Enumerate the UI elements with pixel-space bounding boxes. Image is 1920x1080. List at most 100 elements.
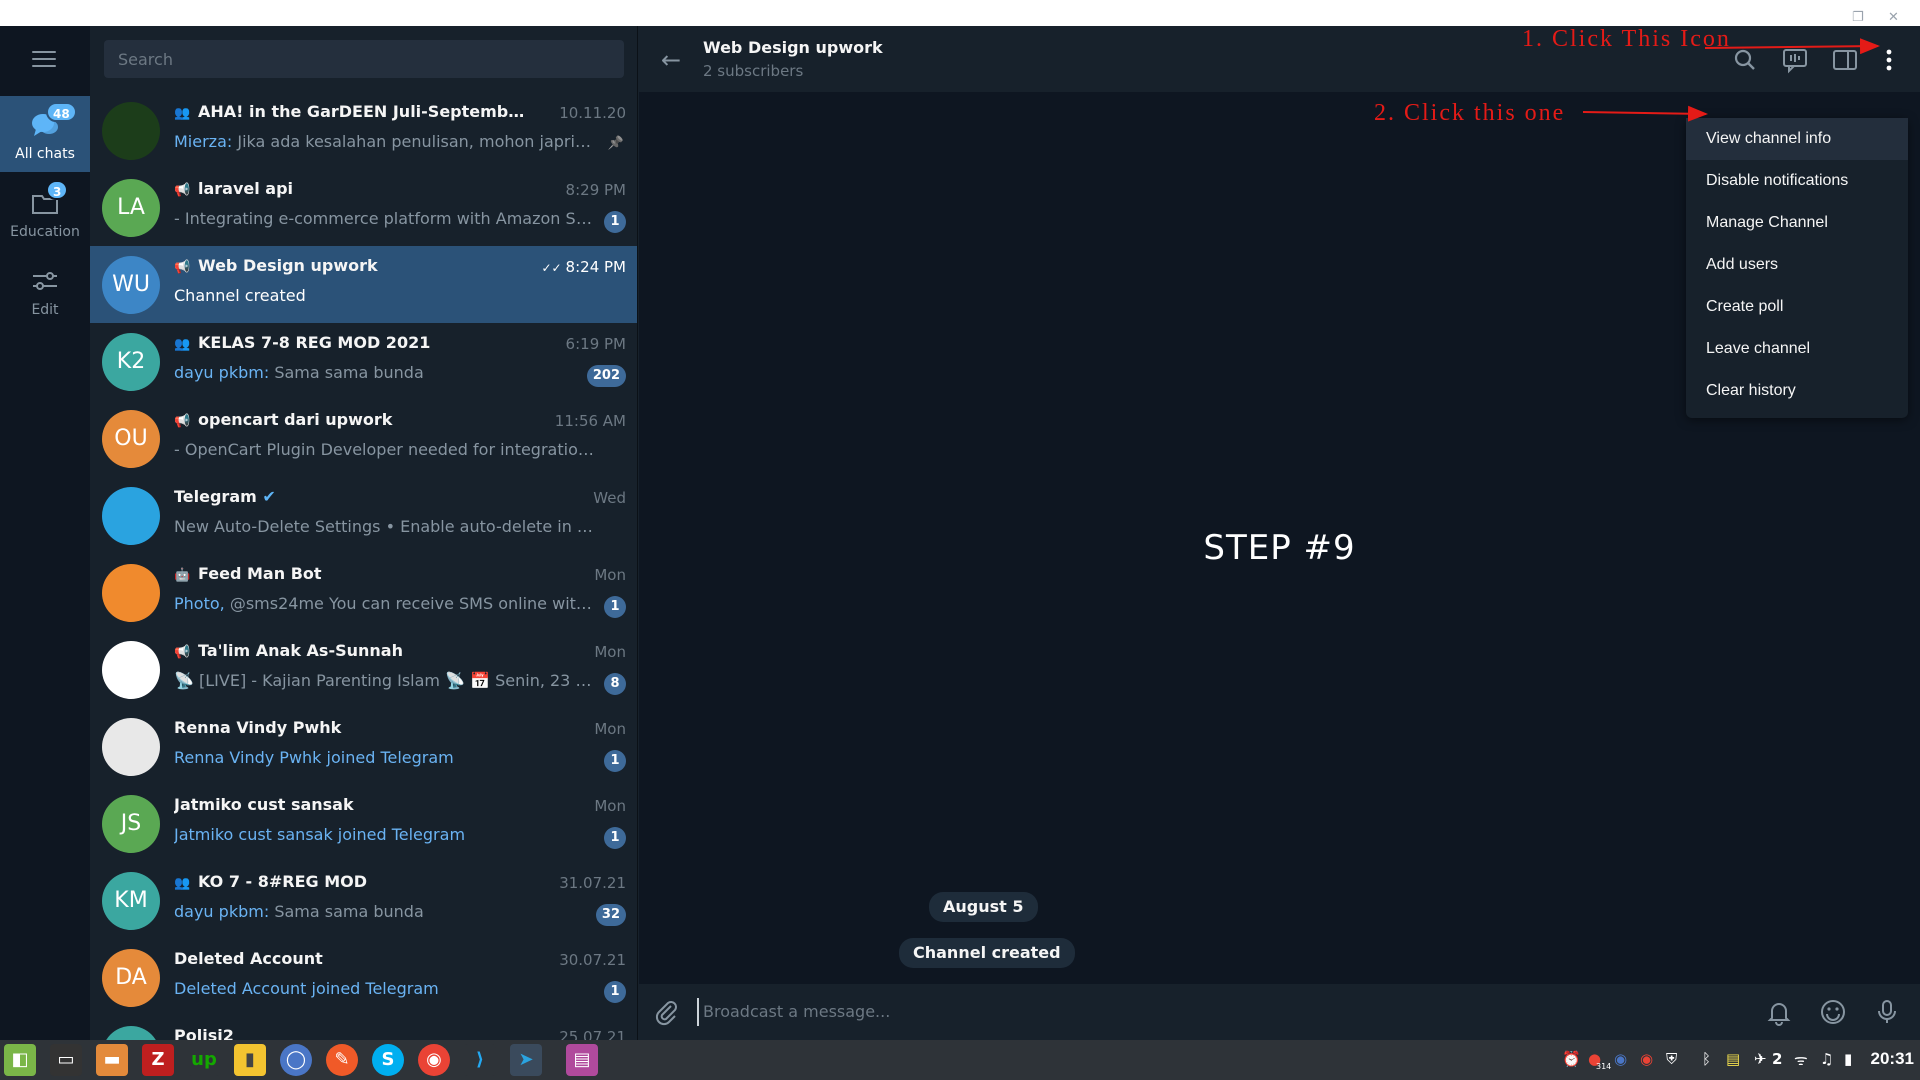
keep-icon[interactable]: ▮ [234,1044,266,1076]
alarm-icon[interactable]: ⏰ [1562,1050,1581,1068]
menu-item-add-users[interactable]: Add users [1686,244,1908,286]
chrome-icon[interactable]: ◉ [418,1044,450,1076]
microphone-icon[interactable] [1873,998,1901,1026]
chat-row[interactable]: KM 👥 KO 7 - 8#REG MOD 31.07.21 dayu pkbm: Sa… [90,862,637,939]
preview-sender: Mierza: [174,132,233,151]
sliders-icon [33,272,57,290]
notifications-icon[interactable]: ✈ [1754,1050,1767,1068]
folder-edit[interactable]: Edit [0,252,90,328]
filezilla-icon[interactable]: Z [142,1044,174,1076]
bluetooth-icon[interactable]: ᛒ [1702,1050,1711,1068]
chat-row[interactable]: K2 👥 KELAS 7-8 REG MOD 2021 6:19 PM dayu pkb… [90,323,637,400]
restore-window-icon[interactable]: ❐ [1852,11,1866,24]
back-arrow-icon[interactable]: ← [661,46,681,74]
avatar: JS [102,795,160,853]
more-options-icon[interactable] [1875,46,1903,74]
chat-row[interactable]: JS Jatmiko cust sansak Mon Jatmiko cust san… [90,785,637,862]
avatar: DA [102,949,160,1007]
chat-time-wrap: 25.07.21 [559,1028,626,1040]
folder-education[interactable]: 3 Education [0,174,90,250]
chat-preview-line: 📡 [LIVE] - Kajian Parenting Islam 📡 📅 Se… [174,671,594,690]
bell-icon[interactable] [1765,998,1793,1026]
menu-hamburger-icon[interactable] [32,51,56,69]
channel-options-menu: View channel info Disable notifications … [1686,118,1908,418]
chat-title[interactable]: Web Design upwork [703,38,883,57]
skype-icon[interactable]: S [372,1044,404,1076]
battery-icon[interactable]: ▮ [1844,1050,1852,1068]
preview-text: 📡 [LIVE] - Kajian Parenting Islam 📡 📅 Se… [174,671,594,690]
chat-time: 11:56 AM [554,412,626,430]
chat-row[interactable]: 📢 Ta'lim Anak As-Sunnah Mon 📡 [LIVE] - Kaji… [90,631,637,708]
chat-time: 30.07.21 [559,951,626,969]
unread-badge: 1 [604,827,626,849]
menu-item-leave-channel[interactable]: Leave channel [1686,328,1908,370]
telegram-taskbar-icon[interactable]: ➤ [510,1044,542,1076]
avatar: K2 [102,333,160,391]
window-top-strip: ❐ ✕ [0,0,1920,26]
close-window-icon[interactable]: ✕ [1888,11,1902,24]
pin-icon: 📌 [607,136,624,151]
unread-badge: 202 [586,365,626,387]
preview-text: Sama sama bunda [274,363,424,382]
terminal-icon[interactable]: ▭ [50,1044,82,1076]
annotation-step1: 1. Click This Icon [1522,26,1731,52]
chat-preview-line: Deleted Account joined Telegram [174,979,594,998]
files-icon[interactable]: ▬ [96,1044,128,1076]
tray-chromium-icon[interactable]: ◉ [1614,1050,1627,1068]
vscode-icon[interactable]: ⟩ [464,1044,496,1076]
menu-item-clear-history[interactable]: Clear history [1686,370,1908,412]
preview-text: @sms24me You can receive SMS online with… [229,594,594,613]
chat-row[interactable]: DA Deleted Account 30.07.21 Deleted Account… [90,939,637,1016]
screenshot-tool-icon[interactable]: ▤ [566,1044,598,1076]
chat-row[interactable]: Polisi2 25.07.21 [90,1016,637,1040]
attach-paperclip-icon[interactable] [653,998,681,1026]
chat-name: Deleted Account [174,949,323,968]
chat-row[interactable]: 🤖 Feed Man Bot Mon Photo, @sms24me You can … [90,554,637,631]
chat-name-line: 👥 AHA! in the GarDEEN Juli-September2020 [174,102,534,121]
tray-chrome2-icon[interactable]: ◉ [1640,1050,1653,1068]
folder-label: Edit [31,302,59,318]
chat-row[interactable]: OU 📢 opencart dari upwork 11:56 AM - OpenCar… [90,400,637,477]
chat-preview-line: Channel created [174,286,594,305]
chat-name-line: 👥 KELAS 7-8 REG MOD 2021 [174,333,534,352]
mint-menu-icon[interactable]: ◧ [4,1044,36,1076]
message-input[interactable]: Broadcast a message... [697,998,1597,1026]
chat-row[interactable]: LA 📢 laravel api 8:29 PM - Integrating e-com… [90,169,637,246]
sidebar-toggle-icon[interactable] [1831,46,1859,74]
wifi-icon[interactable]: ᯤ [1794,1050,1808,1070]
shield-icon[interactable]: ⛨ [1666,1050,1677,1068]
upwork-icon[interactable]: up [188,1044,220,1076]
chat-name: Web Design upwork [198,256,378,275]
preview-text: New Auto-Delete Settings • Enable auto-d… [174,517,594,536]
discussion-icon[interactable] [1781,46,1809,74]
avatar [102,102,160,160]
unread-badge: 8 [604,673,626,695]
chat-name: Telegram [174,487,257,506]
preview-text: Jika ada kesalahan penulisan, mohon japr… [237,132,594,151]
chat-name-line: Jatmiko cust sansak [174,795,534,814]
emoji-icon[interactable] [1819,998,1847,1026]
menu-item-disable-notifications[interactable]: Disable notifications [1686,160,1908,202]
chat-row[interactable]: WU 📢 Web Design upwork ✓✓ 8:24 PM Channel cre… [90,246,637,323]
chat-row[interactable]: 👥 AHA! in the GarDEEN Juli-September2020 1… [90,92,637,169]
chromium-icon[interactable]: ◯ [280,1044,312,1076]
chat-name: Jatmiko cust sansak [174,795,354,814]
menu-item-view-channel-info[interactable]: View channel info [1686,118,1908,160]
clock: 20:31 [1870,1049,1914,1068]
notes-icon[interactable]: ▤ [1726,1050,1740,1068]
search-input[interactable] [104,40,624,78]
chat-time: 6:19 PM [565,335,626,353]
chat-row[interactable]: Telegram ✔ Wed New Auto-Delete Settings • … [90,477,637,554]
menu-item-manage-channel[interactable]: Manage Channel [1686,202,1908,244]
menu-item-create-poll[interactable]: Create poll [1686,286,1908,328]
chat-row[interactable]: Renna Vindy Pwhk Mon Renna Vindy Pwhk join… [90,708,637,785]
folder-all-chats[interactable]: 48 All chats [0,96,90,172]
unread-badge: 1 [604,981,626,1003]
sound-icon[interactable]: ♫ [1820,1050,1833,1068]
channel-type-icon: 📢 [174,414,191,429]
search-icon[interactable] [1731,46,1759,74]
chat-name-line: 📢 Ta'lim Anak As-Sunnah [174,641,534,660]
step-label: STEP #9 [1203,528,1356,568]
chat-time: 8:24 PM [565,258,626,276]
postman-icon[interactable]: ✎ [326,1044,358,1076]
